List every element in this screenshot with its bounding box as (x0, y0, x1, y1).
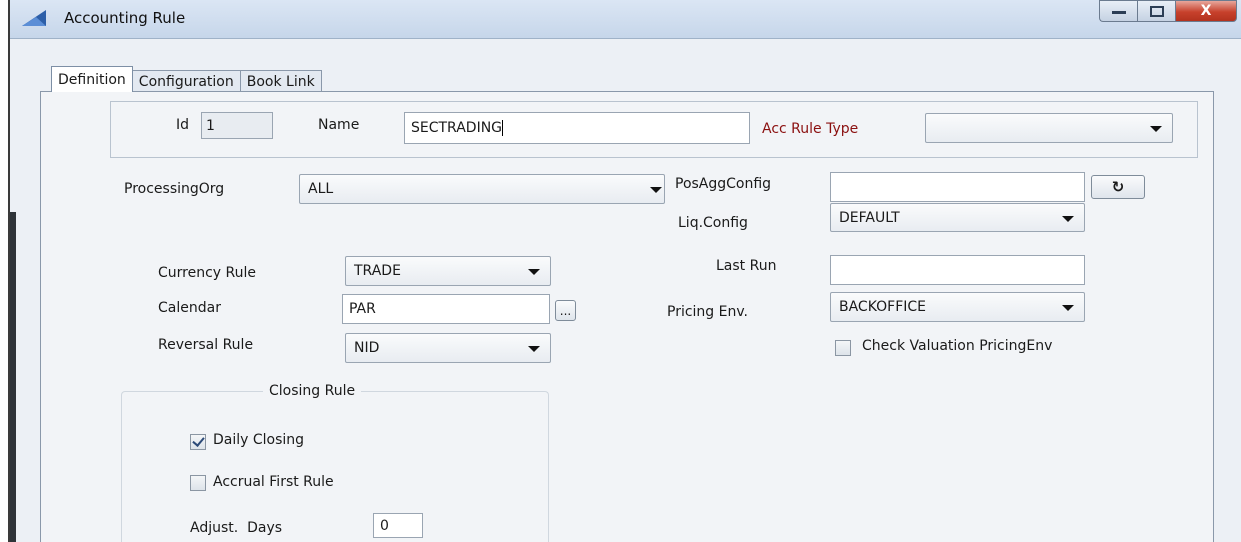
pricing-env-label: Pricing Env. (667, 304, 749, 320)
chevron-down-icon (528, 346, 540, 352)
liq-config-dropdown[interactable]: DEFAULT (830, 203, 1085, 232)
closing-rule-title: Closing Rule (263, 383, 362, 399)
currency-rule-dropdown[interactable]: TRADE (345, 256, 551, 286)
app-logo-icon (22, 10, 46, 26)
processing-org-value: ALL (308, 181, 334, 197)
name-label: Name (318, 117, 360, 133)
chevron-down-icon (528, 269, 540, 275)
check-valuation-label: Check Valuation PricingEnv (862, 338, 1053, 354)
close-button[interactable]: X (1175, 0, 1237, 22)
chevron-down-icon (1150, 126, 1162, 132)
accrual-first-rule-checkbox[interactable] (190, 475, 206, 491)
reversal-rule-label: Reversal Rule (158, 337, 254, 353)
chevron-down-icon (1062, 216, 1074, 222)
window-controls: X (1099, 0, 1237, 22)
id-field: 1 (201, 112, 273, 139)
processing-org-dropdown[interactable]: ALL (299, 174, 665, 204)
left-edge-bar (10, 212, 16, 542)
last-run-input[interactable] (830, 255, 1085, 285)
adjust-days-input[interactable]: 0 (373, 513, 423, 538)
currency-rule-value: TRADE (354, 263, 401, 279)
pos-agg-config-label: PosAggConfig (675, 176, 772, 192)
minimize-icon (1111, 11, 1126, 14)
adjust-days-label: Adjust. Days (190, 520, 283, 536)
daily-closing-checkbox[interactable] (190, 434, 206, 450)
id-label: Id (176, 117, 190, 133)
tab-definition[interactable]: Definition (51, 66, 133, 92)
check-valuation-checkbox[interactable] (835, 340, 851, 356)
name-input[interactable]: SECTRADING (404, 112, 750, 144)
tab-bar: Definition Configuration Book Link (51, 66, 322, 92)
accrual-first-rule-label: Accrual First Rule (213, 474, 334, 490)
acc-rule-type-label: Acc Rule Type (762, 121, 859, 137)
tab-configuration[interactable]: Configuration (131, 70, 241, 92)
calendar-input[interactable]: PAR (342, 294, 550, 324)
processing-org-label: ProcessingOrg (124, 181, 225, 197)
text-caret (502, 120, 504, 136)
pricing-env-dropdown[interactable]: BACKOFFICE (830, 292, 1085, 322)
reversal-rule-dropdown[interactable]: NID (345, 333, 551, 363)
calendar-value: PAR (349, 301, 376, 317)
window-title: Accounting Rule (64, 9, 186, 27)
calendar-label: Calendar (158, 300, 221, 316)
daily-closing-label: Daily Closing (213, 432, 305, 448)
pos-agg-config-input[interactable] (830, 172, 1085, 202)
closing-rule-group (121, 391, 549, 542)
reversal-rule-value: NID (354, 340, 380, 356)
adjust-days-value: 0 (380, 517, 389, 534)
maximize-icon (1149, 5, 1164, 17)
pricing-env-value: BACKOFFICE (839, 299, 927, 315)
tab-book-link[interactable]: Book Link (239, 70, 322, 92)
currency-rule-label: Currency Rule (158, 265, 256, 281)
maximize-button[interactable] (1137, 0, 1175, 22)
acc-rule-type-dropdown[interactable] (925, 113, 1173, 143)
refresh-icon: ↻ (1111, 178, 1125, 196)
liq-config-value: DEFAULT (839, 209, 900, 226)
chevron-down-icon (650, 187, 662, 193)
name-value: SECTRADING (411, 120, 503, 136)
liq-config-label: Liq.Config (678, 215, 748, 231)
chevron-down-icon (1062, 305, 1074, 311)
minimize-button[interactable] (1099, 0, 1137, 22)
refresh-button[interactable]: ↻ (1091, 175, 1145, 199)
title-bar[interactable]: Accounting Rule X (10, 0, 1241, 39)
calendar-browse-button[interactable]: ... (555, 300, 576, 321)
last-run-label: Last Run (716, 258, 777, 274)
